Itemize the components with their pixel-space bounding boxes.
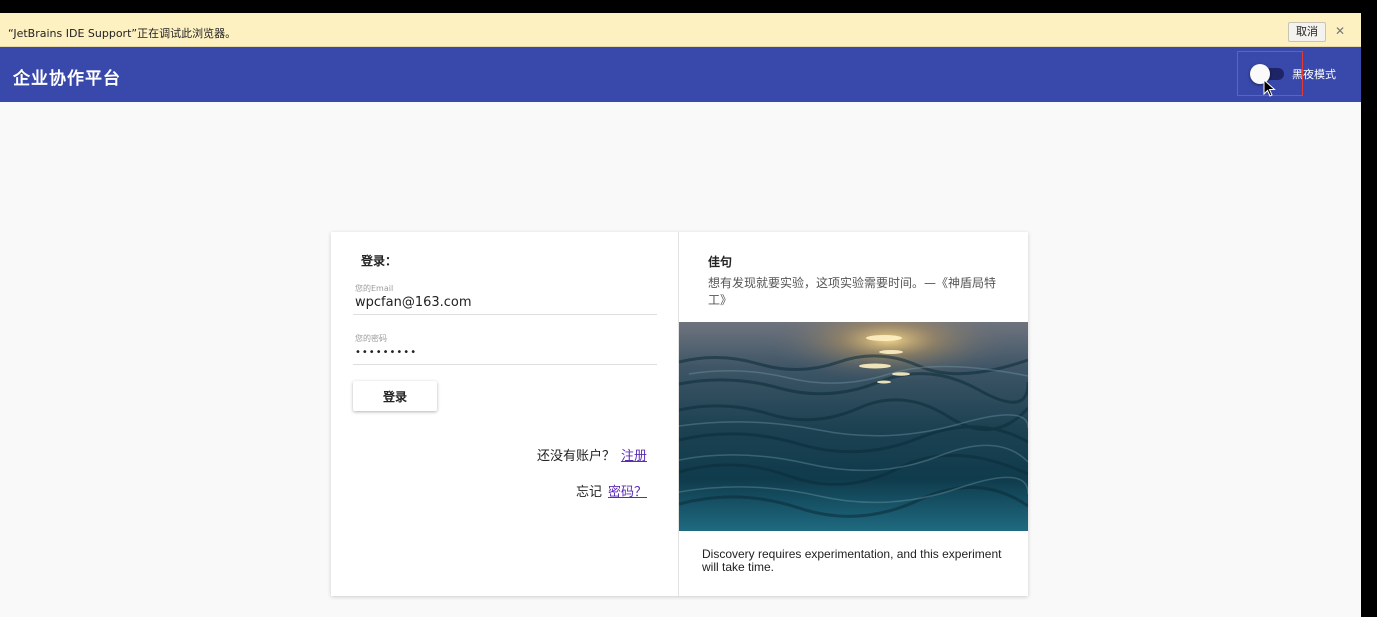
register-link[interactable]: 注册 xyxy=(621,449,647,464)
login-title: 登录： xyxy=(361,254,398,268)
no-account-text: 还没有账户？ xyxy=(536,449,615,464)
login-card: 登录： 您的Email 您的密码 登录 还没有账户？ 注册 忘记密码？ 佳句 想有… xyxy=(331,232,1028,596)
cursor-icon xyxy=(1263,79,1276,97)
email-field: 您的Email xyxy=(353,282,657,315)
password-input[interactable] xyxy=(353,343,657,361)
login-panel: 登录： 您的Email 您的密码 登录 还没有账户？ 注册 忘记密码？ xyxy=(331,232,679,596)
debugger-info-bar: “JetBrains IDE Support”正在调试此浏览器。 取消 ✕ xyxy=(0,13,1361,47)
forgot-password-link[interactable]: 密码？ xyxy=(608,485,647,500)
quote-text-en: Discovery requires experimentation, and … xyxy=(702,547,1002,574)
quote-title: 佳句 xyxy=(708,255,733,269)
app-title: 企业协作平台 xyxy=(13,69,121,89)
forgot-text: 忘记 xyxy=(575,485,602,500)
login-button[interactable]: 登录 xyxy=(353,381,437,411)
sea-waves-image xyxy=(679,322,1028,531)
password-field: 您的密码 xyxy=(353,332,657,365)
register-row: 还没有账户？ 注册 xyxy=(537,445,647,464)
forgot-password-row: 忘记 密码？ xyxy=(576,481,647,500)
cancel-debug-button[interactable]: 取消 xyxy=(1288,22,1326,42)
quote-panel: 佳句 想有发现就要实验，这项实验需要时间。—《神盾局特工》 Discovery … xyxy=(679,232,1028,596)
close-icon[interactable]: ✕ xyxy=(1335,24,1345,38)
browser-viewport: “JetBrains IDE Support”正在调试此浏览器。 取消 ✕ 企业… xyxy=(0,13,1361,617)
debugger-message: “JetBrains IDE Support”正在调试此浏览器。 xyxy=(8,27,237,40)
app-header: 企业协作平台 黑夜模式 xyxy=(0,47,1361,102)
quote-text-cn: 想有发现就要实验，这项实验需要时间。—《神盾局特工》 xyxy=(708,276,997,307)
email-input[interactable] xyxy=(353,293,657,311)
